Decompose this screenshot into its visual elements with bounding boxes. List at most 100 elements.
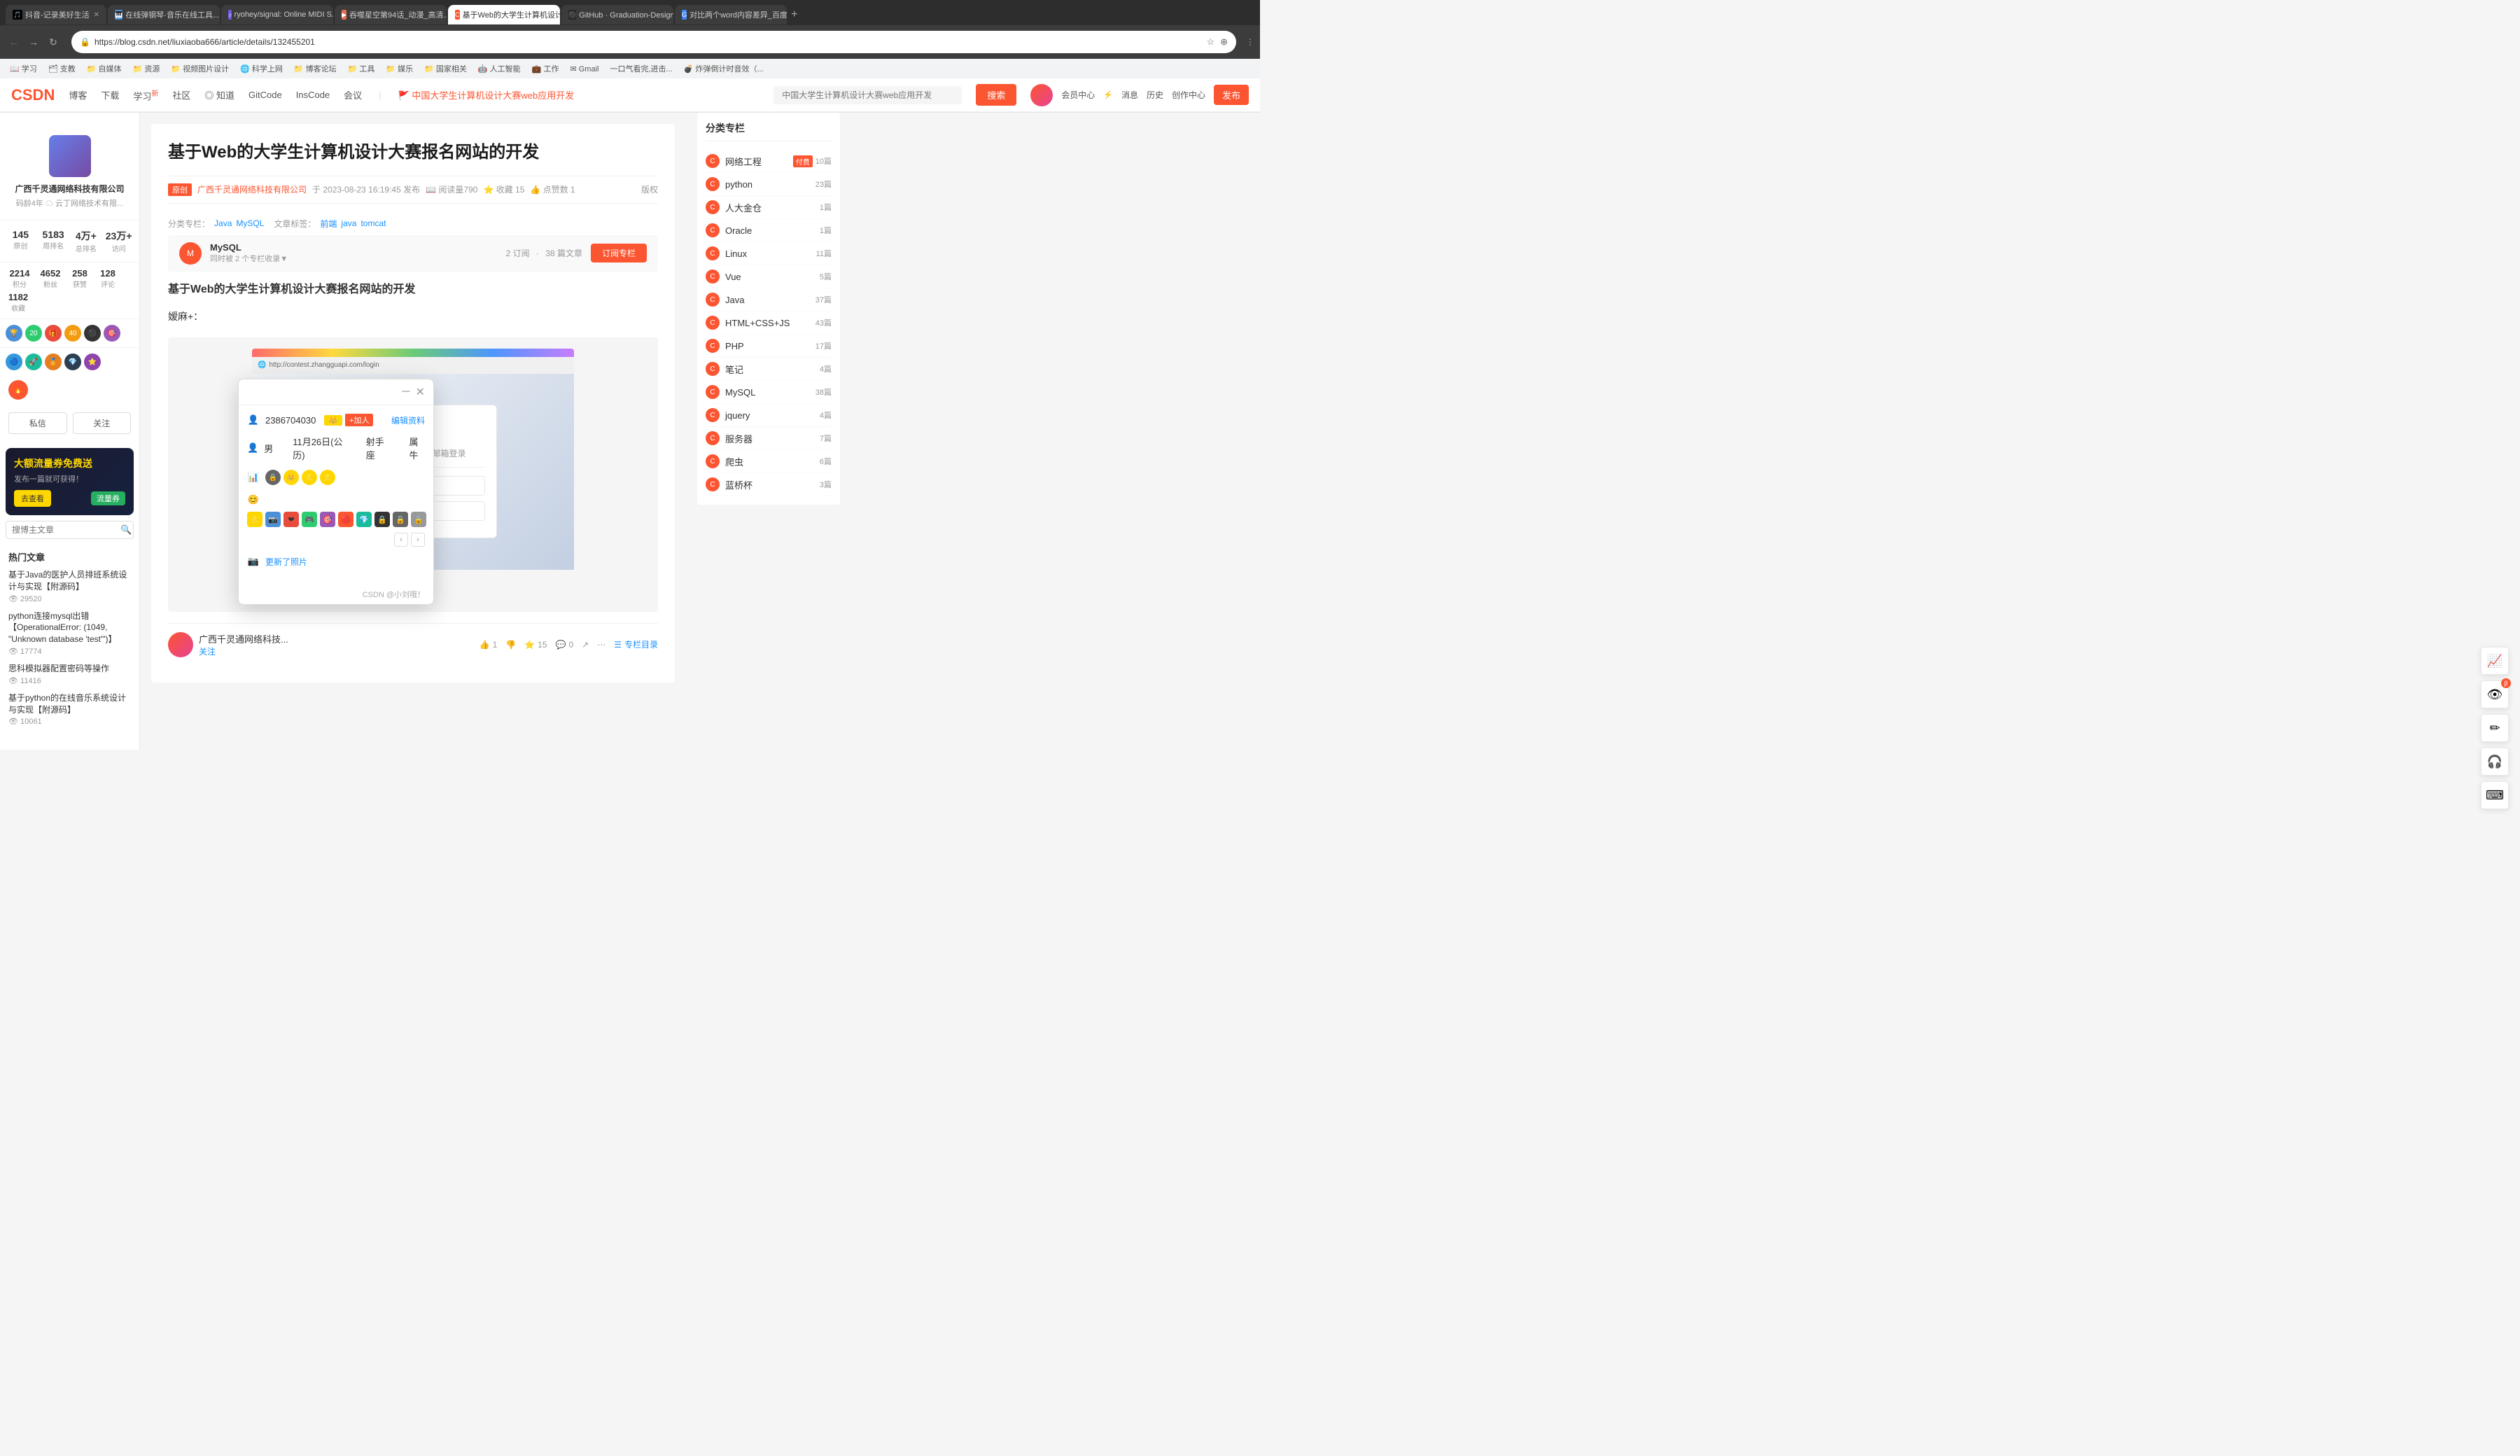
nav-community[interactable]: 社区 (172, 88, 190, 102)
bookmark-视频[interactable]: 📁 视频图片设计 (167, 62, 233, 76)
tab-6[interactable]: ⚫ GitHub · Graduation-Design/文档/提... ✕ (561, 5, 673, 24)
csdn-logo[interactable]: CSDN (11, 86, 55, 104)
comment-button[interactable]: 💬 0 (556, 638, 574, 650)
menu-button-footer[interactable]: ⋯ (597, 638, 606, 650)
bookmark-博客[interactable]: 📁 博客论坛 (290, 62, 341, 76)
nav-gitcode[interactable]: GitCode (248, 90, 282, 100)
next-arrow[interactable]: › (411, 533, 425, 547)
message-button[interactable]: 私信 (8, 412, 67, 434)
tab-2[interactable]: 🎹 在线弹钢琴·音乐在线工具... ✕ (108, 5, 220, 24)
new-tab-button[interactable]: + (791, 8, 797, 21)
back-button[interactable]: ← (6, 34, 22, 50)
tag-java[interactable]: Java (214, 218, 232, 228)
nav-meeting[interactable]: 会议 (344, 88, 362, 102)
tag-tomcat[interactable]: tomcat (360, 218, 386, 228)
share-button[interactable]: ↗ (582, 638, 589, 650)
minimize-button[interactable]: ─ (402, 386, 410, 398)
float-edit-btn[interactable]: ✏ (2481, 714, 2509, 742)
bookmark-资源[interactable]: 📁 资源 (129, 62, 164, 76)
cat-item-10[interactable]: C MySQL 38篇 (706, 381, 832, 404)
cat-item-6[interactable]: C Java 37篇 (706, 288, 832, 312)
bookmark-icon[interactable]: ☆ (1206, 36, 1214, 48)
creator-center[interactable]: 创作中心 (1172, 89, 1205, 101)
tag-mysql[interactable]: MySQL (236, 218, 264, 228)
bookmark-ai[interactable]: 🤖 人工智能 (474, 62, 525, 76)
cat-item-11[interactable]: C jquery 4篇 (706, 404, 832, 427)
tab-4[interactable]: ▶ 吞噬星空第94话_动漫_高清... ✕ (335, 5, 447, 24)
bookmark-自媒体[interactable]: 📁 自媒体 (83, 62, 126, 76)
star-button[interactable]: ⭐ 15 (524, 638, 547, 650)
float-keyboard-btn[interactable]: ⌨ (2481, 781, 2509, 809)
tab-7[interactable]: G 对比两个word内容差异_百度... ✕ (675, 5, 787, 24)
float-headset-btn[interactable]: 🎧 (2481, 748, 2509, 776)
tag-java2[interactable]: java (341, 218, 356, 228)
search-input[interactable] (782, 90, 953, 100)
tab-1[interactable]: 🎵 抖音-记录美好生活 ✕ (6, 5, 106, 24)
like-button[interactable]: 👍 1 (479, 638, 498, 650)
cat-item-3[interactable]: C Oracle 1篇 (706, 219, 832, 242)
dialog-close-button[interactable]: ✕ (416, 385, 425, 399)
history[interactable]: 历史 (1147, 89, 1163, 101)
cat-item-14[interactable]: C 蓝桥杯 3篇 (706, 473, 832, 496)
cat-item-5[interactable]: C Vue 5篇 (706, 265, 832, 288)
nav-flag[interactable]: 🚩 中国大学生计算机设计大赛web应用开发 (398, 88, 575, 102)
edit-profile-link[interactable]: 编辑资料 (391, 414, 425, 426)
cat-item-1[interactable]: C python 23篇 (706, 173, 832, 196)
extensions-icon[interactable]: ⊕ (1220, 36, 1228, 48)
tab-close-1[interactable]: ✕ (94, 11, 99, 19)
bookmark-工具[interactable]: 📁 工具 (344, 62, 379, 76)
bookmark-gmail[interactable]: ✉ Gmail (566, 63, 603, 75)
prev-arrow[interactable]: ‹ (394, 533, 408, 547)
add-friend-btn[interactable]: +加人 (345, 414, 373, 426)
blog-search-box[interactable]: 🔍 (6, 521, 134, 539)
bookmark-工作[interactable]: 💼 工作 (528, 62, 564, 76)
cat-item-13[interactable]: C 爬虫 6篇 (706, 450, 832, 473)
hot-item-title-4[interactable]: 基于python的在线音乐系统设计与实现【附源码】 (8, 692, 131, 716)
address-bar[interactable]: 🔒 https://blog.csdn.net/liuxiaoba666/art… (71, 31, 1236, 53)
nav-inscode[interactable]: InsCode (296, 90, 330, 100)
subscribe-button[interactable]: 订阅专栏 (591, 244, 647, 262)
blog-search-input[interactable] (12, 525, 120, 535)
hot-item-title-2[interactable]: python连接mysql出错【OperationalError: (1049,… (8, 610, 131, 645)
bookmark-学习[interactable]: 📖 学习 (6, 62, 41, 76)
cat-item-8[interactable]: C PHP 17篇 (706, 335, 832, 358)
member-center[interactable]: 会员中心 (1061, 89, 1095, 101)
ad-button[interactable]: 去查看 (14, 490, 51, 507)
hot-item-title-1[interactable]: 基于Java的医护人员排班系统设计与实现【附源码】 (8, 569, 131, 593)
cat-item-7[interactable]: C HTML+CSS+JS 43篇 (706, 312, 832, 335)
float-chart-btn[interactable]: 📈 (2481, 647, 2509, 675)
dislike-button[interactable]: 👎 (505, 638, 516, 650)
footer-follow-button[interactable]: 关注 (199, 647, 216, 657)
search-button[interactable]: 搜索 (976, 84, 1016, 106)
bookmark-科学上网[interactable]: 🌐 科学上网 (236, 62, 287, 76)
nav-download[interactable]: 下载 (101, 88, 119, 102)
cat-item-2[interactable]: C 人大金仓 1篇 (706, 196, 832, 219)
search-icon[interactable]: 🔍 (120, 524, 132, 536)
search-bar[interactable] (774, 86, 962, 104)
tab-5-active[interactable]: C 基于Web的大学生计算机设计... ✕ (448, 5, 560, 24)
nav-blog[interactable]: 博客 (69, 88, 87, 102)
toc-button[interactable]: ☰ 专栏目录 (614, 638, 658, 650)
cat-item-4[interactable]: C Linux 11篇 (706, 242, 832, 265)
menu-button[interactable]: ⋮ (1246, 37, 1254, 47)
bookmark-国家[interactable]: 📁 国家相关 (420, 62, 471, 76)
cat-item-9[interactable]: C 笔记 4篇 (706, 358, 832, 381)
version-label[interactable]: 版权 (641, 183, 658, 195)
bookmark-支教[interactable]: 🗂 支教 (44, 62, 80, 76)
reload-button[interactable]: ↻ (45, 34, 62, 50)
follow-button[interactable]: 关注 (73, 412, 132, 434)
forward-button[interactable]: → (25, 34, 42, 50)
meta-author[interactable]: 广西千灵通网络科技有限公司 (197, 183, 307, 195)
nav-learn[interactable]: 学习新 (133, 88, 158, 102)
tag-frontend[interactable]: 前端 (320, 218, 337, 230)
publish-button[interactable]: 发布 (1214, 85, 1249, 105)
nav-zhidao[interactable]: ◎ 知道 (204, 88, 234, 102)
float-eye-btn[interactable]: 👁 β (2481, 680, 2509, 708)
bookmark-一口气[interactable]: 一口气看完,进击... (606, 62, 676, 76)
user-avatar[interactable] (1030, 84, 1053, 106)
cat-item-0[interactable]: C 网络工程 付费 10篇 (706, 150, 832, 173)
tab-3[interactable]: ♪ ryohey/signal: Online MIDI S... ✕ (221, 5, 333, 24)
messages[interactable]: 消息 (1121, 89, 1138, 101)
bookmark-炸弹[interactable]: 💣 炸弹倒计时音效（... (680, 62, 768, 76)
footer-author-name[interactable]: 广西千灵通网络科技... (199, 632, 288, 645)
